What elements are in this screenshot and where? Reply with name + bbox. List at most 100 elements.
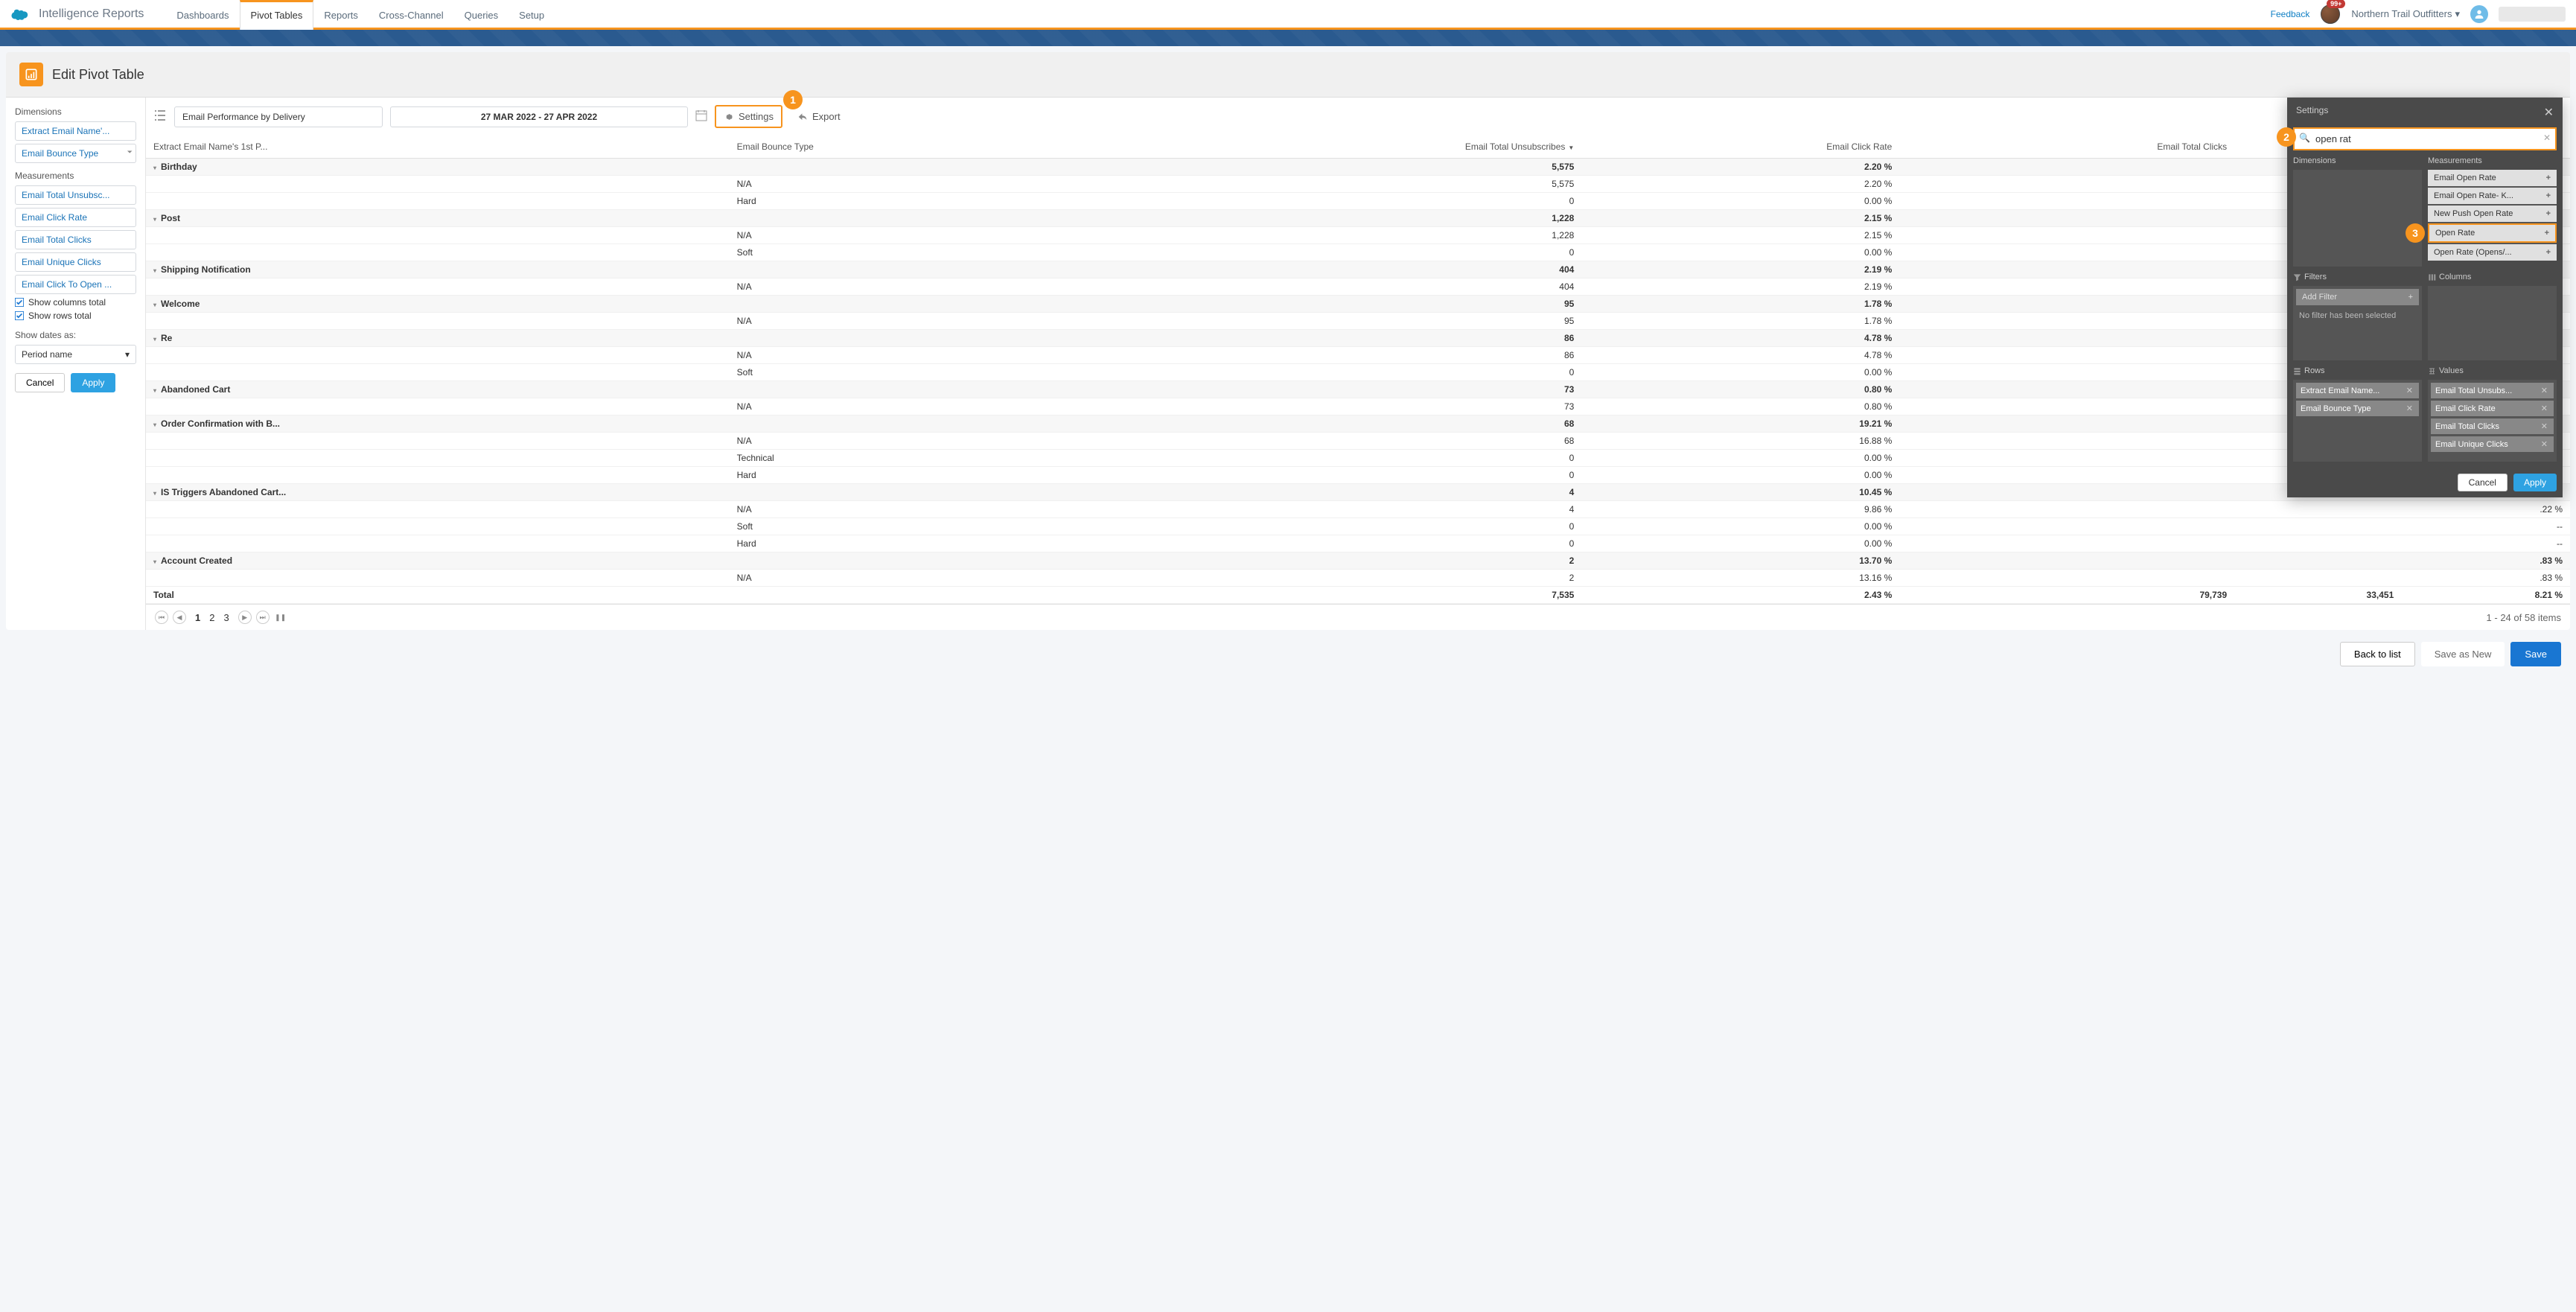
pager-next-icon[interactable]: ▶ (238, 611, 252, 624)
settings-search-input[interactable] (2293, 127, 2557, 150)
table-row[interactable]: N/A4042.19 %.51 % (146, 278, 2570, 296)
settings-cancel-button[interactable]: Cancel (2458, 474, 2508, 491)
table-row[interactable]: N/A49.86 %.22 % (146, 501, 2570, 518)
table-row[interactable]: N/A213.16 %.83 % (146, 570, 2570, 587)
notifications-icon[interactable]: 99+ (2320, 4, 2341, 25)
value-tag[interactable]: Email Unique Clicks✕ (2431, 436, 2554, 452)
dimension-chip[interactable]: Extract Email Name'... (15, 121, 136, 141)
save-button[interactable]: Save (2510, 642, 2561, 666)
dimension-chip[interactable]: Email Bounce Type (15, 144, 136, 163)
table-row[interactable]: Post1,2282.15 %.45 % (146, 210, 2570, 227)
table-row[interactable]: Birthday5,5752.20 %.56 % (146, 159, 2570, 176)
table-row[interactable]: Soft00.00 %-- (146, 244, 2570, 261)
nav-tab-pivot-tables[interactable]: Pivot Tables (240, 0, 314, 30)
report-name-input[interactable]: Email Performance by Delivery (174, 106, 383, 127)
sp-columns-box[interactable] (2428, 286, 2557, 360)
table-row[interactable]: N/A1,2282.15 %.45 % (146, 227, 2570, 244)
show-columns-total-checkbox[interactable]: Show columns total (15, 297, 136, 308)
measurement-option[interactable]: New Push Open Rate+ (2428, 206, 2557, 222)
sp-values-box[interactable]: Email Total Unsubs...✕ Email Click Rate✕ E… (2428, 380, 2557, 462)
table-row[interactable]: Shipping Notification4042.19 %.51 % (146, 261, 2570, 278)
nav-tab-setup[interactable]: Setup (508, 0, 555, 28)
remove-icon[interactable]: ✕ (2540, 386, 2549, 395)
sp-values-title: Values (2428, 366, 2557, 375)
measurement-chip[interactable]: Email Total Unsubsc... (15, 185, 136, 205)
show-dates-label: Show dates as: (15, 330, 136, 340)
table-row[interactable]: N/A864.78 %.94 % (146, 347, 2570, 364)
table-row[interactable]: Hard00.00 %-- (146, 467, 2570, 484)
settings-button[interactable]: Settings (715, 105, 782, 128)
clear-search-icon[interactable]: ✕ (2543, 133, 2551, 143)
table-row[interactable]: Soft00.00 %-- (146, 518, 2570, 535)
value-tag[interactable]: Email Total Unsubs...✕ (2431, 383, 2554, 398)
measurement-chip[interactable]: Email Click Rate (15, 208, 136, 227)
table-row[interactable]: N/A951.78 %.60 % (146, 313, 2570, 330)
list-toggle-icon[interactable] (153, 109, 167, 124)
settings-close-icon[interactable]: ✕ (2544, 105, 2554, 120)
table-row[interactable]: Hard00.00 %-- (146, 193, 2570, 210)
table-row[interactable]: Re864.78 %.94 % (146, 330, 2570, 347)
export-button[interactable]: Export (790, 106, 848, 127)
column-header[interactable]: Email Bounce Type (730, 136, 1092, 159)
table-row[interactable]: Soft00.00 %-- (146, 364, 2570, 381)
table-row[interactable]: IS Triggers Abandoned Cart...410.45 %.22… (146, 484, 2570, 501)
remove-icon[interactable]: ✕ (2540, 439, 2549, 449)
add-filter-button[interactable]: Add Filter+ (2296, 289, 2419, 305)
table-row[interactable]: N/A6816.88 %.67 % (146, 433, 2570, 450)
back-to-list-button[interactable]: Back to list (2340, 642, 2415, 666)
pager-prev-icon[interactable]: ◀ (173, 611, 186, 624)
table-row[interactable]: N/A5,5752.20 %.56 % (146, 176, 2570, 193)
pager-first-icon[interactable]: ⏮ (155, 611, 168, 624)
pivot-table[interactable]: Extract Email Name's 1st P...Email Bounc… (146, 136, 2570, 604)
user-avatar-icon[interactable] (2470, 5, 2488, 23)
sidebar-cancel-button[interactable]: Cancel (15, 373, 65, 392)
measurement-option[interactable]: Open Rate (Opens/...+ (2428, 244, 2557, 261)
pager-pause-icon[interactable]: ❚❚ (274, 611, 287, 624)
sidebar-apply-button[interactable]: Apply (71, 373, 115, 392)
nav-tab-reports[interactable]: Reports (313, 0, 369, 28)
show-dates-select[interactable]: Period name ▾ (15, 345, 136, 364)
column-header[interactable]: Email Click Rate (1581, 136, 1899, 159)
nav-tab-queries[interactable]: Queries (454, 0, 509, 28)
show-rows-total-checkbox[interactable]: Show rows total (15, 311, 136, 321)
measurement-option[interactable]: Email Open Rate+ (2428, 170, 2557, 186)
column-header[interactable]: Extract Email Name's 1st P... (146, 136, 730, 159)
nav-tab-dashboards[interactable]: Dashboards (166, 0, 239, 28)
value-tag[interactable]: Email Click Rate✕ (2431, 401, 2554, 416)
save-as-new-button[interactable]: Save as New (2421, 642, 2505, 666)
remove-icon[interactable]: ✕ (2540, 404, 2549, 413)
pager-page[interactable]: 2 (205, 612, 219, 623)
measurement-chip[interactable]: Email Click To Open ... (15, 275, 136, 294)
nav-tabs: DashboardsPivot TablesReportsCross-Chann… (166, 0, 555, 28)
measurement-option[interactable]: Open Rate+ (2428, 223, 2557, 243)
measurement-chip[interactable]: Email Total Clicks (15, 230, 136, 249)
column-header[interactable]: Email Total Clicks (1899, 136, 2234, 159)
column-header[interactable]: Email Total Unsubscribes▼ (1091, 136, 1581, 159)
pager-page[interactable]: 3 (219, 612, 233, 623)
date-range-picker[interactable]: 27 MAR 2022 - 27 APR 2022 (390, 106, 688, 127)
calendar-icon[interactable] (695, 109, 707, 124)
measurement-chip[interactable]: Email Unique Clicks (15, 252, 136, 272)
table-row[interactable]: Account Created213.70 %.83 % (146, 552, 2570, 570)
table-row[interactable]: N/A730.80 %.47 % (146, 398, 2570, 415)
table-row[interactable]: Hard00.00 %-- (146, 535, 2570, 552)
pager-page[interactable]: 1 (191, 612, 205, 623)
remove-icon[interactable]: ✕ (2405, 404, 2414, 413)
table-row[interactable]: Abandoned Cart730.80 %.47 % (146, 381, 2570, 398)
table-row[interactable]: Welcome951.78 %.60 % (146, 296, 2570, 313)
measurement-option[interactable]: Email Open Rate- K...+ (2428, 188, 2557, 204)
table-row[interactable]: Order Confirmation with B...6819.21 %.67… (146, 415, 2570, 433)
remove-icon[interactable]: ✕ (2405, 386, 2414, 395)
pager-last-icon[interactable]: ⏭ (256, 611, 270, 624)
row-tag[interactable]: Extract Email Name...✕ (2296, 383, 2419, 398)
remove-icon[interactable]: ✕ (2540, 421, 2549, 431)
row-tag[interactable]: Email Bounce Type✕ (2296, 401, 2419, 416)
salesforce-logo-icon (6, 1, 33, 28)
org-selector[interactable]: Northern Trail Outfitters ▾ (2351, 8, 2460, 20)
settings-apply-button[interactable]: Apply (2513, 474, 2557, 491)
sp-rows-box[interactable]: Extract Email Name...✕ Email Bounce Type✕ (2293, 380, 2422, 462)
feedback-link[interactable]: Feedback (2271, 9, 2310, 19)
table-row[interactable]: Technical00.00 %-- (146, 450, 2570, 467)
value-tag[interactable]: Email Total Clicks✕ (2431, 418, 2554, 434)
nav-tab-cross-channel[interactable]: Cross-Channel (369, 0, 454, 28)
